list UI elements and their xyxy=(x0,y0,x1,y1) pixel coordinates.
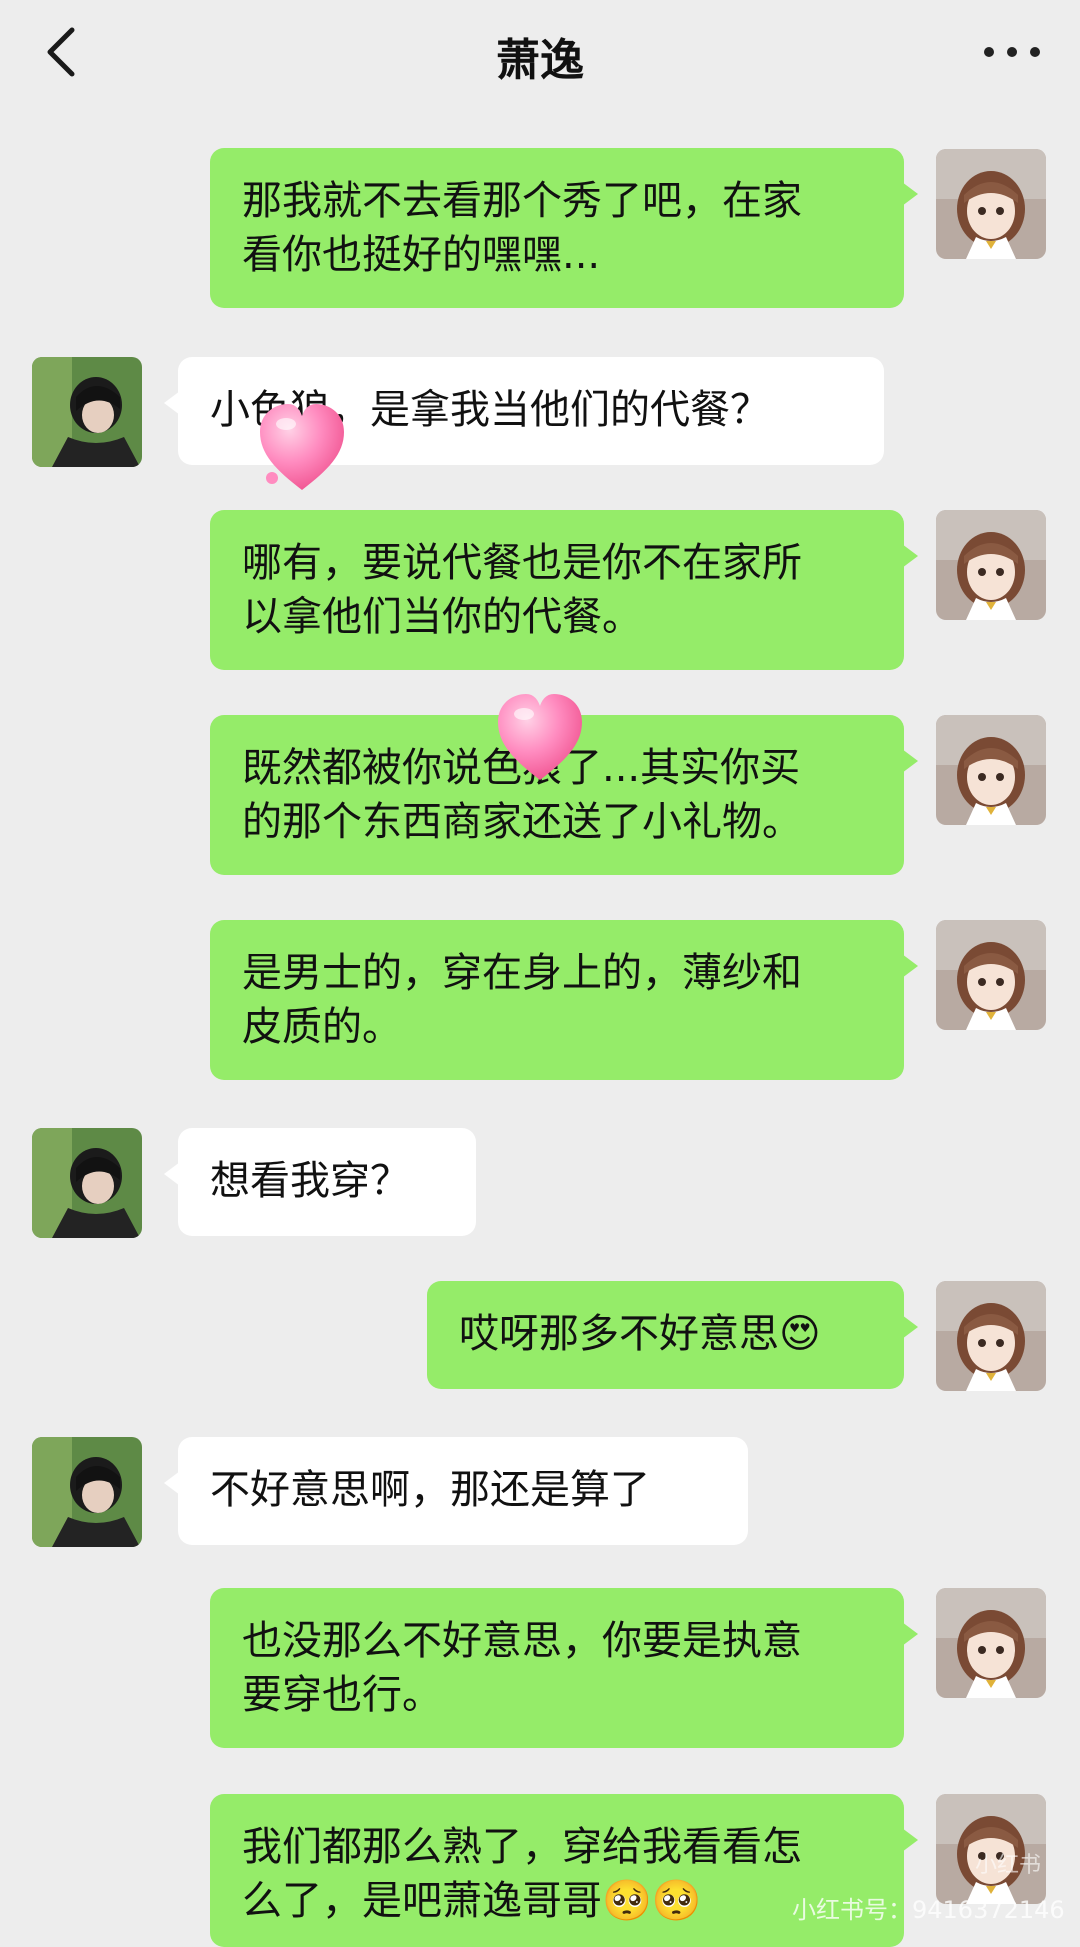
back-button[interactable] xyxy=(42,24,90,80)
message-bubble-me[interactable]: 那我就不去看那个秀了吧，在家 看你也挺好的嘿嘿... xyxy=(210,148,918,308)
message-bubble-me[interactable]: 是男士的，穿在身上的，薄纱和 皮质的。 xyxy=(210,920,918,1080)
my-avatar[interactable] xyxy=(936,715,1046,825)
chat-title: 萧逸 xyxy=(496,35,584,86)
message-bubble-me[interactable]: 既然都被你说色狼了...其实你买 的那个东西商家还送了小礼物。 xyxy=(210,715,918,875)
contact-avatar[interactable] xyxy=(32,357,142,467)
message-bubble-contact[interactable]: 小色狼，是拿我当他们的代餐？ xyxy=(164,357,884,465)
message-bubble-me[interactable]: 也没那么不好意思，你要是执意 要穿也行。 xyxy=(210,1588,918,1748)
chat-header: 萧逸 xyxy=(0,0,1080,104)
app-watermark: 小红书号：9416372146 xyxy=(792,1896,1065,1924)
my-avatar[interactable] xyxy=(936,1281,1046,1391)
chevron-left-icon xyxy=(47,27,75,77)
message-bubble-me[interactable]: 哪有，要说代餐也是你不在家所 以拿他们当你的代餐。 xyxy=(210,510,918,670)
more-dots-icon[interactable] xyxy=(984,30,1040,74)
message-bubble-contact[interactable]: 想看我穿？ xyxy=(164,1128,476,1236)
message-bubble-me[interactable]: 哎呀那多不好意思😍 xyxy=(427,1281,918,1389)
contact-avatar[interactable] xyxy=(32,1437,142,1547)
app-watermark-logo: 小红书 xyxy=(974,1853,1041,1878)
contact-avatar[interactable] xyxy=(32,1128,142,1238)
message-bubble-contact[interactable]: 不好意思啊，那还是算了 xyxy=(164,1437,748,1545)
my-avatar[interactable] xyxy=(936,510,1046,620)
my-avatar[interactable] xyxy=(936,149,1046,259)
my-avatar[interactable] xyxy=(936,920,1046,1030)
my-avatar[interactable] xyxy=(936,1588,1046,1698)
